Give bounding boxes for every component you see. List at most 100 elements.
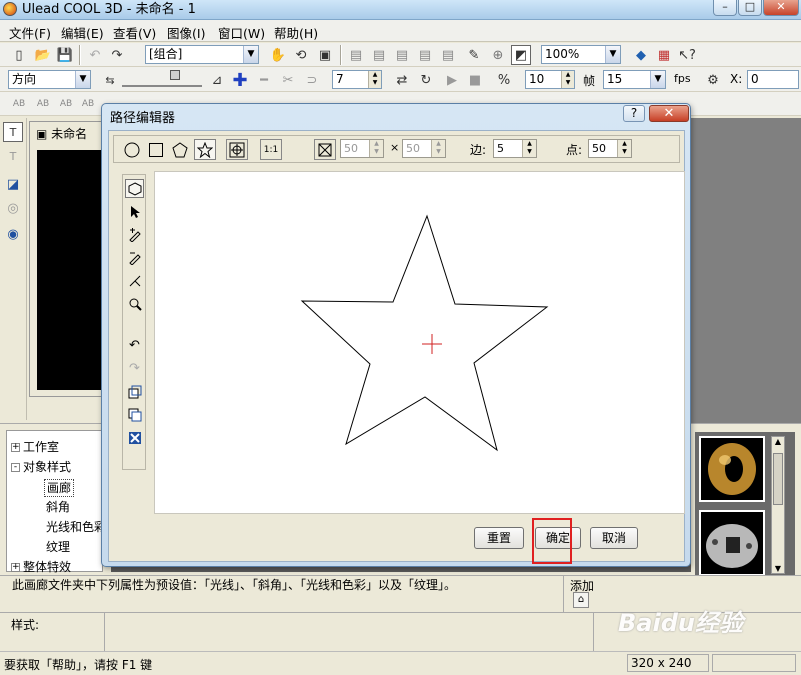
fps-combo[interactable]: 15 ▼ xyxy=(603,70,666,89)
dialog-close-button[interactable]: ✕ xyxy=(649,105,689,122)
redo-tool-button[interactable]: ↷ xyxy=(125,359,144,378)
stop-icon[interactable]: ■ xyxy=(465,70,485,90)
chevron-down-icon[interactable]: ▼ xyxy=(650,71,665,88)
cube-icon[interactable]: ◆ xyxy=(631,45,651,65)
add-keyframe-icon[interactable]: ✚ xyxy=(230,70,250,91)
thumbnail-metal-ring[interactable] xyxy=(699,510,765,576)
thumbnail-scrollbar[interactable]: ▲ ▼ xyxy=(771,436,785,574)
tree-item-studio[interactable]: + 工作室 xyxy=(11,439,59,455)
text-tool-icon[interactable]: T xyxy=(3,122,23,142)
total-frames-spin[interactable]: 10 ▲ ▼ xyxy=(525,70,575,89)
refresh-icon[interactable]: ↻ xyxy=(416,70,436,90)
tree-item-light-color[interactable]: 光线和色彩 xyxy=(46,519,106,535)
text-format-icon[interactable]: AB xyxy=(78,94,98,114)
undo-tool-button[interactable]: ↶ xyxy=(125,336,144,355)
shape-icon[interactable]: ◪ xyxy=(3,174,23,194)
dialog-help-button[interactable]: ? xyxy=(623,105,645,122)
geometric-icon[interactable]: ◎ xyxy=(3,198,23,218)
spin-arrows-icon[interactable]: ▲ ▼ xyxy=(369,140,383,157)
reverse-icon[interactable]: ⊃ xyxy=(302,70,322,90)
tree-item-bevel[interactable]: 斜角 xyxy=(46,499,70,515)
spin-arrows-icon[interactable]: ▲ ▼ xyxy=(522,140,536,157)
stack-icon[interactable]: ▤ xyxy=(415,45,435,65)
star-path[interactable] xyxy=(300,214,549,452)
text-edit-icon[interactable]: T xyxy=(3,146,23,166)
expand-icon[interactable]: + xyxy=(11,563,20,572)
path-canvas[interactable] xyxy=(154,171,685,514)
stack-icon[interactable]: ▤ xyxy=(346,45,366,65)
zoom-combo[interactable]: 100% ▼ xyxy=(541,45,621,64)
move-arrows-icon[interactable]: ⇆ xyxy=(100,70,120,90)
thumbnail-gold-ring[interactable] xyxy=(699,436,765,502)
slider-thumb[interactable] xyxy=(170,70,180,80)
width-spin[interactable]: 50 ▲ ▼ xyxy=(340,139,384,158)
object-group-combo[interactable]: [组合] ▼ xyxy=(145,45,259,64)
text-format-icon[interactable]: AB xyxy=(56,94,76,114)
split-icon[interactable]: ✂ xyxy=(278,70,298,90)
chevron-down-icon[interactable]: ▼ xyxy=(243,46,258,63)
document-tab[interactable]: ▣ 未命名 xyxy=(36,125,87,145)
scroll-thumb[interactable] xyxy=(773,453,783,505)
reset-button[interactable]: 重置 xyxy=(474,527,524,549)
help-pointer-icon[interactable]: ↖? xyxy=(677,45,697,65)
spin-arrows-icon[interactable]: ▲ ▼ xyxy=(561,71,574,88)
rectangle-shape-button[interactable] xyxy=(145,139,167,160)
add-gallery-icon[interactable]: ⌂ xyxy=(573,592,589,608)
add-point-tool-button[interactable] xyxy=(125,225,144,244)
palette-icon[interactable]: ✎ xyxy=(464,45,484,65)
star-shape-button[interactable] xyxy=(194,139,216,160)
tree-item-global-fx[interactable]: + 整体特效 xyxy=(11,559,71,575)
delete-point-tool-button[interactable] xyxy=(125,248,144,267)
hand-icon[interactable]: ✋ xyxy=(268,45,288,65)
stack-icon[interactable]: ▤ xyxy=(392,45,412,65)
menu-image[interactable]: 图像(I) xyxy=(167,23,205,42)
circle-shape-button[interactable] xyxy=(121,139,143,160)
spin-arrows-icon[interactable]: ▲ ▼ xyxy=(368,71,381,88)
menu-window[interactable]: 窗口(W) xyxy=(218,23,265,42)
undo-icon[interactable]: ↶ xyxy=(85,45,105,65)
frame-spin[interactable]: 7 ▲ ▼ xyxy=(332,70,382,89)
object-icon[interactable]: ⚙ xyxy=(703,70,723,90)
play-icon[interactable]: ▶ xyxy=(442,70,462,90)
globe-icon[interactable]: ⊕ xyxy=(488,45,508,65)
menu-view[interactable]: 查看(V) xyxy=(113,23,156,42)
scroll-up-icon[interactable]: ▲ xyxy=(772,437,784,446)
fit-icon[interactable]: ▣ xyxy=(315,45,335,65)
size-lock-button[interactable] xyxy=(314,139,336,160)
collapse-icon[interactable]: - xyxy=(11,463,20,472)
minimize-button[interactable]: – xyxy=(713,0,737,16)
chevron-down-icon[interactable]: ▼ xyxy=(75,71,90,88)
zoom-tool-button[interactable] xyxy=(125,294,144,313)
sides-spin[interactable]: 5 ▲ ▼ xyxy=(493,139,537,158)
chart-icon[interactable]: ◩ xyxy=(511,45,531,65)
redo-icon[interactable]: ↷ xyxy=(107,45,127,65)
percent-icon[interactable]: % xyxy=(494,70,514,90)
tree-item-texture[interactable]: 纹理 xyxy=(46,539,70,555)
tree-item-object-style[interactable]: - 对象样式 xyxy=(11,459,71,475)
x-spin[interactable]: 0 xyxy=(747,70,799,89)
text-format-icon[interactable]: AB xyxy=(33,94,53,114)
spin-arrows-icon[interactable]: ▲ ▼ xyxy=(431,140,445,157)
import-tool-button[interactable] xyxy=(125,382,144,401)
open-folder-icon[interactable]: 📂 xyxy=(33,45,53,65)
new-file-icon[interactable]: ▯ xyxy=(9,45,29,65)
points-spin[interactable]: 50 ▲ ▼ xyxy=(588,139,632,158)
rotate-icon[interactable]: ⟲ xyxy=(291,45,311,65)
copy-tool-button[interactable] xyxy=(125,405,144,424)
scroll-down-icon[interactable]: ▼ xyxy=(772,564,784,573)
timeline-slider[interactable] xyxy=(122,73,202,87)
spin-arrows-icon[interactable]: ▲ ▼ xyxy=(617,140,631,157)
text-format-icon[interactable]: AB xyxy=(9,94,29,114)
menu-file[interactable]: 文件(F) xyxy=(9,23,51,42)
stack-icon[interactable]: ▤ xyxy=(438,45,458,65)
polygon-shape-button[interactable] xyxy=(169,139,191,160)
convert-point-tool-button[interactable] xyxy=(125,271,144,290)
center-button[interactable] xyxy=(226,139,248,160)
maximize-button[interactable]: □ xyxy=(738,0,762,16)
tree-item-gallery[interactable]: 画廊 xyxy=(44,479,75,497)
hexagon-tool-button[interactable] xyxy=(125,179,144,198)
select-tool-button[interactable] xyxy=(125,202,144,221)
clear-tool-button[interactable] xyxy=(125,428,144,447)
stack-icon[interactable]: ▤ xyxy=(369,45,389,65)
menu-help[interactable]: 帮助(H) xyxy=(274,23,318,42)
